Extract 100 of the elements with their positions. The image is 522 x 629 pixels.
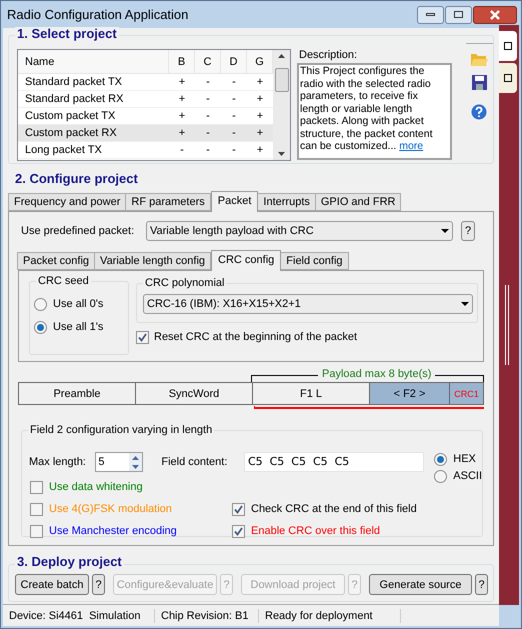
group-title: CRC polynomial (143, 276, 226, 290)
field-content-input[interactable]: C5 C5 C5 C5 C5 (244, 452, 424, 472)
maximize-button[interactable] (445, 6, 472, 24)
checkbox[interactable] (232, 524, 245, 538)
radio-label: Use all 0's (53, 297, 104, 311)
deploy-button[interactable]: Generate source (369, 574, 472, 595)
table-cell-text: - (205, 92, 211, 107)
checkbox[interactable] (30, 502, 43, 516)
radio-button[interactable] (34, 320, 47, 334)
max-length-spinner[interactable]: 5 (95, 452, 144, 472)
tab[interactable]: Packet config (17, 252, 96, 270)
scroll-up-icon[interactable] (278, 54, 285, 58)
dropdown-caret-icon (441, 229, 449, 233)
checkbox-label: Enable CRC over this field (251, 524, 380, 538)
max-length-label: Max length: (29, 455, 87, 469)
table-cell-text: + (178, 92, 186, 107)
description-label: Description: (299, 48, 358, 63)
tab[interactable]: Variable length config (94, 252, 212, 270)
table-row[interactable]: Standard packet RX + - - + (18, 91, 273, 108)
panel-tab[interactable] (499, 63, 517, 93)
table-cell-text: + (256, 75, 264, 90)
scroll-thumb[interactable] (274, 68, 288, 92)
help-button[interactable]: ? (475, 574, 488, 595)
table-row[interactable]: Long packet TX - - - + (18, 142, 273, 159)
table-cell-text: - (231, 109, 237, 124)
radio-button[interactable] (34, 298, 47, 310)
checkbox[interactable] (30, 480, 43, 494)
tab[interactable]: GPIO and FRR (314, 193, 402, 211)
radio-label: Use all 1's (53, 320, 104, 334)
scrollbar[interactable] (273, 50, 290, 160)
checkbox-label: Use Manchester encoding (49, 524, 177, 538)
table-cell-text: Custom packet TX (24, 109, 116, 124)
description-box: This Project configures the radio with the selected radio parameters, to receive fix length or variable length packets. Along with packet structure, the packet content can be customized... more (297, 63, 452, 160)
column-header[interactable]: Name (18, 50, 169, 73)
close-icon (489, 10, 501, 20)
tab[interactable]: CRC config (211, 250, 282, 271)
table-cell-text: - (205, 143, 211, 158)
window-title: Radio Configuration Application (7, 8, 188, 22)
more-link[interactable]: more (399, 140, 424, 152)
table-cell-text: - (231, 92, 237, 107)
radio-label: HEX (453, 452, 476, 466)
table-cell-text: - (205, 75, 211, 90)
radio-button[interactable] (434, 452, 448, 466)
table-cell-text: Standard packet TX (24, 75, 124, 90)
table-cell-text: + (256, 109, 264, 124)
help-icon[interactable] (471, 104, 488, 120)
table-cell-text: - (231, 143, 237, 158)
checkbox-label: Use data whitening (49, 480, 143, 494)
status-text: Chip Revision: B1 (155, 608, 259, 622)
checkbox-label: Check CRC at the end of this field (251, 502, 417, 516)
help-button[interactable]: ? (461, 221, 475, 241)
dropdown-caret-icon (461, 302, 469, 306)
section-title: 2. Configure project (15, 172, 138, 186)
radio-button[interactable] (434, 470, 448, 482)
table-cell-text: + (256, 92, 264, 107)
section-title: 3. Deploy project (15, 555, 124, 569)
column-header[interactable]: B (169, 50, 195, 73)
tab[interactable]: Packet (210, 191, 258, 212)
group-title: Field 2 configuration varying in length (28, 423, 214, 437)
table-cell-text: - (179, 143, 185, 158)
radio-label: ASCII (453, 469, 482, 483)
field-content-label: Field content: (161, 455, 228, 469)
table-cell-text: Long packet TX (24, 143, 103, 158)
checkbox-label: Reset CRC at the beginning of the packet (154, 330, 358, 344)
table-cell-text: + (178, 126, 186, 141)
table-cell-text: - (231, 126, 237, 141)
checkbox[interactable] (136, 330, 149, 344)
crc-polynomial-dropdown[interactable]: CRC-16 (IBM): X16+X15+X2+1 (143, 294, 473, 314)
splitter-handle[interactable] (505, 285, 509, 365)
table-cell-text: Standard packet RX (24, 92, 124, 107)
scroll-down-icon[interactable] (278, 152, 285, 156)
table-cell-text: - (205, 126, 211, 141)
table-row[interactable]: Custom packet RX + - - + (18, 125, 273, 142)
table-row[interactable]: Custom packet TX + - - + (18, 108, 273, 125)
panel-tab[interactable] (499, 31, 517, 61)
table-cell-text: + (178, 109, 186, 124)
column-header[interactable]: D (221, 50, 247, 73)
table-cell-text: + (178, 75, 186, 90)
tab[interactable]: Field config (280, 252, 349, 270)
close-button[interactable] (473, 6, 517, 24)
checkbox-label: Use 4(G)FSK modulation (49, 502, 172, 516)
help-button[interactable]: ? (92, 574, 105, 595)
column-header[interactable]: C (195, 50, 221, 73)
tab[interactable]: Frequency and power (8, 193, 126, 211)
save-icon[interactable] (472, 75, 487, 90)
checkbox[interactable] (30, 524, 43, 538)
deploy-button[interactable]: Create batch (15, 574, 89, 595)
section-title: 1. Select project (15, 27, 119, 41)
payload-label: Payload max 8 byte(s) (318, 367, 436, 381)
tab[interactable]: RF parameters (125, 193, 211, 211)
table-row[interactable]: Standard packet TX + - - + (18, 74, 273, 91)
table-cell-text: + (256, 143, 264, 158)
table-cell-text: Custom packet RX (24, 126, 118, 141)
status-text: Device: Si4461 Simulation (3, 608, 155, 622)
tab[interactable]: Interrupts (257, 193, 316, 211)
checkbox[interactable] (232, 502, 245, 516)
predefined-packet-dropdown[interactable]: Variable length payload with CRC (146, 221, 453, 241)
minimize-button[interactable] (417, 6, 444, 24)
status-text: Ready for deployment (259, 608, 401, 622)
table-cell-text: - (205, 109, 211, 124)
